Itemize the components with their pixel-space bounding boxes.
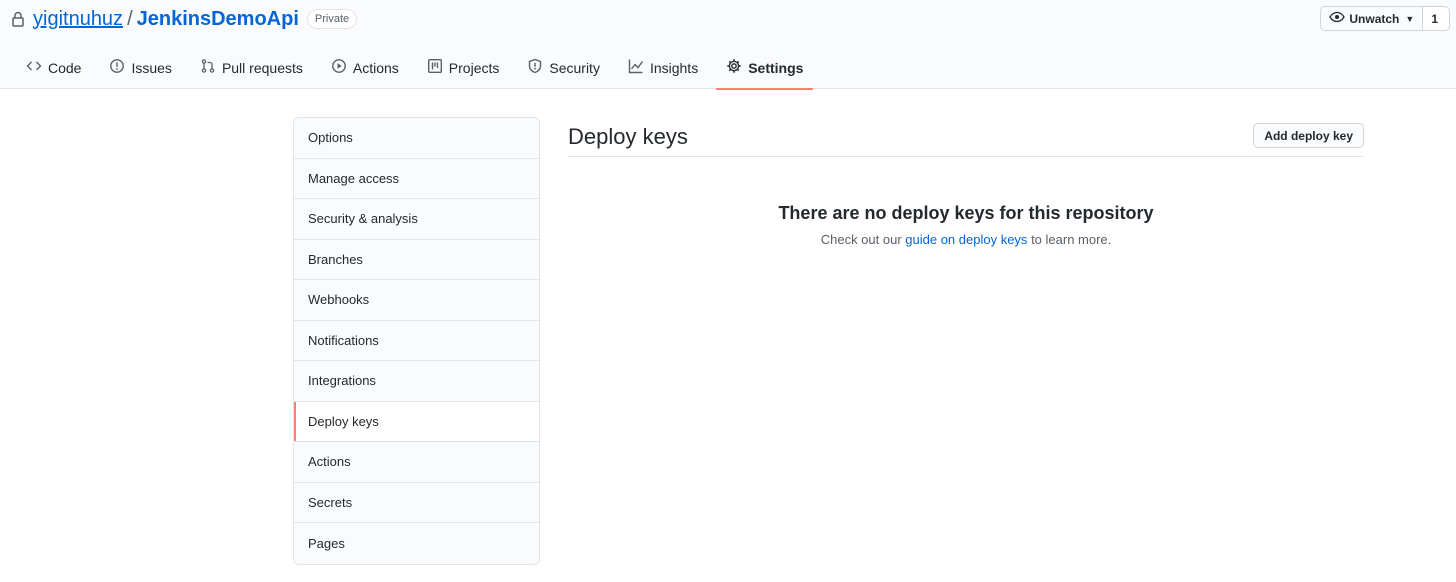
tab-pull-requests[interactable]: Pull requests (190, 46, 313, 89)
blank-state-text: Check out our guide on deploy keys to le… (568, 232, 1364, 247)
menu-item-branches[interactable]: Branches (294, 239, 539, 280)
deploy-keys-guide-link[interactable]: guide on deploy keys (905, 232, 1027, 247)
tab-code[interactable]: Code (16, 46, 91, 89)
tab-projects[interactable]: Projects (417, 46, 510, 89)
tab-settings[interactable]: Settings (716, 46, 814, 90)
tab-code-label: Code (48, 59, 82, 76)
visibility-badge: Private (306, 9, 358, 29)
menu-item-webhooks[interactable]: Webhooks (294, 280, 539, 321)
menu-item-secrets[interactable]: Secrets (294, 482, 539, 523)
pull-request-icon (200, 58, 222, 77)
tab-security[interactable]: Security (517, 46, 610, 89)
tab-security-label: Security (549, 59, 600, 76)
menu-item-pages[interactable]: Pages (294, 523, 539, 564)
blank-state-prefix: Check out our (820, 232, 902, 247)
graph-icon (628, 58, 650, 77)
repo-tabs: Code Issues Pull requests Actions Projec… (16, 46, 821, 90)
gear-icon (726, 58, 748, 77)
repo-name-link[interactable]: JenkinsDemoApi (137, 8, 299, 31)
tab-settings-label: Settings (748, 59, 804, 76)
tab-pull-requests-label: Pull requests (221, 59, 303, 76)
subhead: Deploy keys Add deploy key (568, 117, 1364, 157)
eye-icon (1329, 11, 1349, 26)
play-icon (331, 58, 353, 77)
tab-issues-label: Issues (131, 59, 172, 76)
tab-actions-label: Actions (352, 59, 399, 76)
tab-issues[interactable]: Issues (99, 46, 181, 89)
deploy-keys-panel: Deploy keys Add deploy key There are no … (568, 117, 1364, 247)
menu-item-options[interactable]: Options (294, 118, 539, 159)
issue-icon (109, 58, 131, 77)
unwatch-button[interactable]: Unwatch ▼ (1321, 7, 1424, 30)
menu-item-manage-access[interactable]: Manage access (294, 158, 539, 199)
unwatch-label: Unwatch (1349, 11, 1400, 26)
shield-icon (527, 58, 549, 77)
repo-title: yigitnuhuz / JenkinsDemoApi Private (12, 7, 358, 31)
menu-item-deploy-keys[interactable]: Deploy keys (294, 401, 539, 442)
watch-group: Unwatch ▼ 1 (1320, 6, 1450, 31)
blank-state-heading: There are no deploy keys for this reposi… (778, 203, 1154, 223)
repo-owner-link[interactable]: yigitnuhuz (33, 8, 123, 31)
tab-projects-label: Projects (448, 59, 500, 76)
settings-menu: Options Manage access Security & analysi… (293, 117, 540, 565)
repo-separator: / (127, 7, 133, 30)
blank-state: There are no deploy keys for this reposi… (568, 203, 1364, 247)
repo-header: yigitnuhuz / JenkinsDemoApi Private Unwa… (0, 0, 1456, 90)
menu-item-security-analysis[interactable]: Security & analysis (294, 199, 539, 240)
watch-count[interactable]: 1 (1423, 7, 1449, 30)
lock-icon (12, 11, 26, 27)
blank-state-suffix: to learn more. (1031, 232, 1112, 247)
menu-item-actions[interactable]: Actions (294, 442, 539, 483)
menu-item-notifications[interactable]: Notifications (294, 320, 539, 361)
tab-actions[interactable]: Actions (321, 46, 409, 89)
tab-insights-label: Insights (649, 59, 699, 76)
add-deploy-key-button[interactable]: Add deploy key (1253, 123, 1364, 148)
code-icon (26, 58, 48, 77)
menu-item-integrations[interactable]: Integrations (294, 361, 539, 402)
tab-insights[interactable]: Insights (618, 46, 708, 89)
chevron-down-icon: ▼ (1405, 13, 1415, 24)
page-title: Deploy keys (568, 123, 688, 149)
project-icon (427, 58, 449, 77)
